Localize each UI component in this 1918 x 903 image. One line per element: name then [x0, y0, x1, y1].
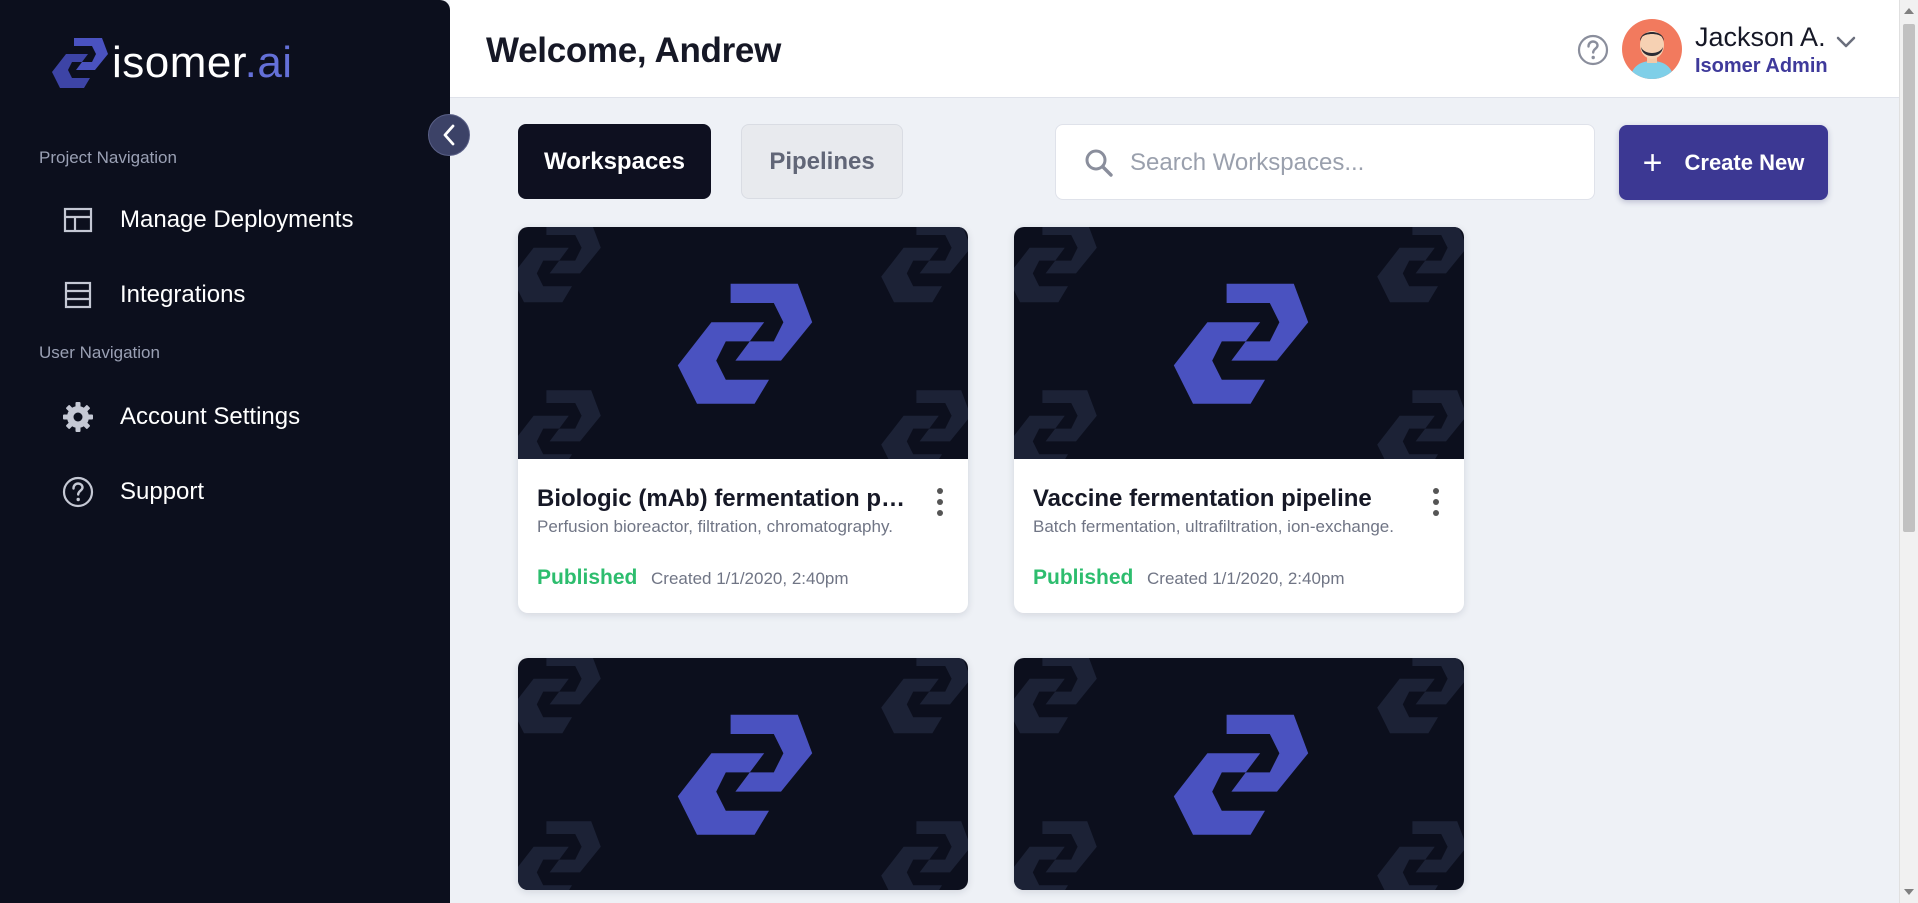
user-role: Isomer Admin: [1695, 55, 1828, 77]
isomer-pattern-icon: [1014, 658, 1464, 890]
workspace-card[interactable]: [518, 658, 968, 890]
isomer-logo-icon: [52, 38, 108, 88]
more-vertical-icon[interactable]: [1428, 487, 1444, 517]
card-created: Created 1/1/2020, 2:40pm: [1147, 569, 1345, 588]
card-description: Perfusion bioreactor, filtration, chroma…: [537, 517, 893, 536]
nav-section-user: User Navigation: [39, 343, 160, 362]
card-title: Vaccine fermentation pipeline: [1033, 485, 1372, 512]
sidebar-collapse-button[interactable]: [428, 114, 470, 156]
scroll-up-arrow-icon[interactable]: [1904, 8, 1914, 14]
help-icon[interactable]: [1577, 34, 1609, 66]
page-title: Welcome, Andrew: [486, 31, 782, 70]
user-name[interactable]: Jackson A.: [1695, 22, 1826, 53]
isomer-pattern-icon: [518, 658, 968, 890]
sidebar: isomer.ai Project Navigation Manage Depl…: [0, 0, 450, 903]
card-title: Biologic (mAb) fermentation pipeline: [537, 485, 907, 512]
isomer-pattern-icon: [518, 227, 968, 459]
card-description: Batch fermentation, ultrafiltration, ion…: [1033, 517, 1394, 536]
chevron-left-icon: [443, 124, 455, 146]
sidebar-item-label: Support: [120, 478, 205, 505]
sidebar-item-support[interactable]: Support: [60, 474, 204, 510]
more-vertical-icon[interactable]: [932, 487, 948, 517]
avatar[interactable]: [1622, 19, 1682, 79]
sidebar-item-integrations[interactable]: Integrations: [60, 277, 245, 313]
sidebar-item-label: Account Settings: [120, 403, 301, 430]
top-header: Welcome, Andrew Jackson A. Isomer Admin: [450, 0, 1900, 98]
card-body: Vaccine fermentation pipeline Batch ferm…: [1014, 459, 1464, 613]
tab-pipelines[interactable]: Pipelines: [741, 124, 903, 199]
card-banner: [518, 227, 968, 459]
user-avatar-icon: [1622, 19, 1682, 79]
gear-icon: [60, 399, 96, 435]
brand-logo[interactable]: isomer.ai: [50, 36, 293, 90]
scroll-down-arrow-icon[interactable]: [1904, 889, 1914, 895]
card-body: Biologic (mAb) fermentation pipeline Per…: [518, 459, 968, 613]
table-layout-icon: [60, 202, 96, 238]
card-banner: [1014, 227, 1464, 459]
workspace-card[interactable]: Biologic (mAb) fermentation pipeline Per…: [518, 227, 968, 613]
chevron-down-icon[interactable]: [1835, 34, 1857, 50]
card-banner: [518, 658, 968, 890]
sidebar-item-manage-deployments[interactable]: Manage Deployments: [60, 202, 353, 238]
nav-section-project: Project Navigation: [39, 148, 177, 167]
sidebar-item-account-settings[interactable]: Account Settings: [60, 399, 300, 435]
search-icon: [1085, 149, 1113, 177]
help-circle-icon: [60, 474, 96, 510]
scrollbar-thumb[interactable]: [1903, 24, 1915, 532]
page-scrollbar[interactable]: [1899, 0, 1918, 903]
card-created: Created 1/1/2020, 2:40pm: [651, 569, 849, 588]
plus-icon: +: [1642, 143, 1663, 182]
brand-name: isomer.ai: [112, 38, 293, 87]
sidebar-item-label: Integrations: [120, 281, 246, 308]
list-icon: [60, 277, 96, 313]
workspace-card[interactable]: Vaccine fermentation pipeline Batch ferm…: [1014, 227, 1464, 613]
workspace-card[interactable]: [1014, 658, 1464, 890]
status-badge: Published: [1033, 566, 1134, 589]
search-box: [1055, 124, 1595, 200]
status-badge: Published: [537, 566, 638, 589]
sidebar-item-label: Manage Deployments: [120, 206, 354, 233]
tab-workspaces[interactable]: Workspaces: [518, 124, 711, 199]
search-input[interactable]: [1128, 143, 1572, 183]
card-banner: [1014, 658, 1464, 890]
create-new-button[interactable]: + Create New: [1619, 125, 1828, 200]
isomer-pattern-icon: [1014, 227, 1464, 459]
create-new-label: Create New: [1684, 149, 1805, 175]
